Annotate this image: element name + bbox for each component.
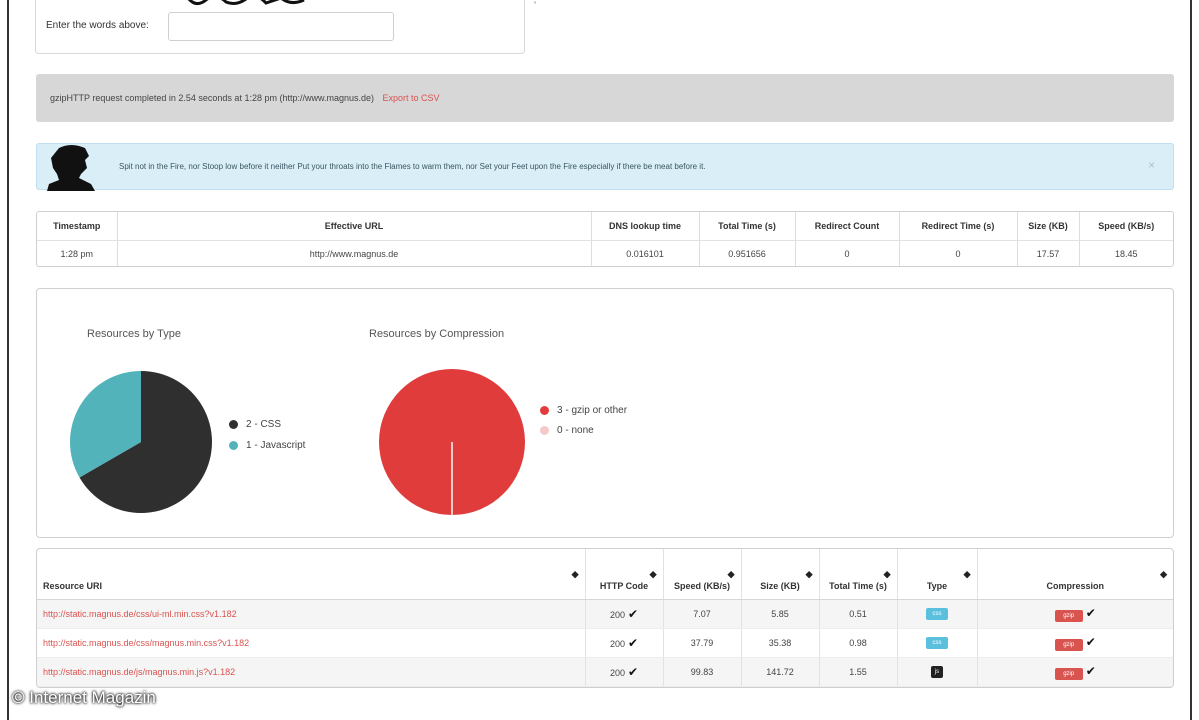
status-message: gzipHTTP request completed in 2.54 secon… bbox=[50, 93, 374, 103]
time-value: 0.98 bbox=[818, 628, 897, 658]
sort-icon[interactable]: ◆ bbox=[728, 569, 735, 580]
resources-table: Resource URI ◆ HTTP Code ◆ Speed (KB/s) ◆ S… bbox=[36, 548, 1174, 688]
speed-value: 37.79 bbox=[662, 628, 741, 658]
info-alert: Spit not in the Fire, nor Stoop low befo… bbox=[36, 143, 1174, 191]
legend-label-css: 2 - CSS bbox=[246, 419, 282, 430]
page-frame: Enter the words above: ’ gzipHTTP reques… bbox=[7, 0, 1192, 720]
resource-uri-link[interactable]: http://static.magnus.de/css/magnus.min.c… bbox=[37, 628, 585, 658]
alert-message: Spit not in the Fire, nor Stoop low befo… bbox=[119, 162, 706, 171]
sort-icon[interactable]: ◆ bbox=[1160, 569, 1167, 580]
http-code: 200 bbox=[609, 609, 625, 620]
export-csv-link[interactable]: Export to CSV bbox=[383, 93, 440, 103]
header-resource-uri[interactable]: Resource URI ◆ bbox=[37, 549, 585, 600]
pie-chart-compression bbox=[379, 369, 525, 515]
silhouette-avatar-icon bbox=[47, 145, 95, 191]
resource-uri-link[interactable]: http://static.magnus.de/js/magnus.min.js… bbox=[37, 657, 585, 687]
legend-dot-none bbox=[540, 426, 549, 435]
time-value: 0.51 bbox=[818, 599, 897, 629]
http-code: 200 bbox=[609, 667, 625, 678]
legend-item-css: 2 - CSS bbox=[229, 419, 281, 430]
legend-item-javascript: 1 - Javascript bbox=[229, 440, 305, 451]
sort-icon[interactable]: ◆ bbox=[884, 569, 891, 580]
captcha-box: Enter the words above: ’ bbox=[35, 0, 536, 54]
table-row: http://static.magnus.de/css/magnus.min.c… bbox=[37, 628, 1173, 658]
captcha-input[interactable] bbox=[168, 12, 394, 41]
small-mark: ’ bbox=[534, 0, 536, 10]
type-badge: css bbox=[926, 637, 948, 649]
legend-dot-css bbox=[229, 420, 238, 429]
legend-dot-javascript bbox=[229, 441, 238, 450]
watermark: © Internet Magazin bbox=[12, 688, 156, 707]
table-row: http://static.magnus.de/js/magnus.min.js… bbox=[37, 657, 1173, 687]
cell-redirect-count: 0 bbox=[794, 240, 899, 266]
header-timestamp: Timestamp bbox=[37, 212, 117, 241]
chart-title-compression: Resources by Compression bbox=[369, 328, 505, 340]
header-compression[interactable]: Compression ◆ bbox=[976, 549, 1173, 600]
speed-value: 7.07 bbox=[662, 599, 741, 629]
http-code: 200 bbox=[609, 638, 625, 649]
sort-icon[interactable]: ◆ bbox=[806, 569, 813, 580]
legend-label-none: 0 - none bbox=[557, 425, 594, 436]
size-value: 141.72 bbox=[740, 657, 819, 687]
resource-uri-link[interactable]: http://static.magnus.de/css/ui-ml.min.cs… bbox=[37, 599, 585, 629]
timing-table: Timestamp Effective URL DNS lookup time … bbox=[36, 211, 1174, 267]
compression-badge: gzip bbox=[1054, 667, 1083, 680]
cell-redirect-time: 0 bbox=[898, 240, 1017, 266]
cell-size: 17.57 bbox=[1016, 240, 1079, 266]
chart-title-type: Resources by Type bbox=[87, 328, 181, 340]
header-total-time: Total Time (s) bbox=[698, 212, 795, 241]
sort-icon[interactable]: ◆ bbox=[650, 569, 657, 580]
cell-total-time: 0.951656 bbox=[698, 240, 795, 266]
close-icon[interactable]: × bbox=[1148, 158, 1155, 172]
status-bar: gzipHTTP request completed in 2.54 secon… bbox=[36, 74, 1174, 122]
cell-timestamp: 1:28 pm bbox=[60, 248, 94, 259]
check-icon: ✔ bbox=[627, 606, 639, 621]
pie-chart-type bbox=[70, 371, 212, 513]
speed-value: 99.83 bbox=[662, 657, 741, 687]
header-redirect-count: Redirect Count bbox=[794, 212, 899, 241]
captcha-label: Enter the words above: bbox=[46, 20, 149, 31]
check-icon: ✔ bbox=[627, 664, 639, 679]
captcha-image bbox=[187, 0, 305, 5]
header-type[interactable]: Type ◆ bbox=[896, 549, 977, 600]
check-icon: ✔ bbox=[1085, 605, 1096, 620]
header-http-code[interactable]: HTTP Code ◆ bbox=[584, 549, 663, 600]
header-size-kb[interactable]: Size (KB) ◆ bbox=[740, 549, 819, 600]
legend-dot-gzip bbox=[540, 406, 549, 415]
size-value: 35.38 bbox=[740, 628, 819, 658]
cell-effective-url: http://www.magnus.de bbox=[116, 240, 591, 266]
cell-dns-lookup: 0.016101 bbox=[590, 240, 699, 266]
sort-icon[interactable]: ◆ bbox=[964, 569, 971, 580]
type-badge: css bbox=[926, 608, 948, 620]
cell-speed: 18.45 bbox=[1078, 240, 1173, 266]
time-value: 1.55 bbox=[818, 657, 897, 687]
compression-badge: gzip bbox=[1054, 609, 1083, 622]
header-effective-url: Effective URL bbox=[116, 212, 591, 241]
header-total-time-s[interactable]: Total Time (s) ◆ bbox=[818, 549, 897, 600]
type-badge: js bbox=[931, 666, 943, 678]
header-speed-kbs[interactable]: Speed (KB/s) ◆ bbox=[662, 549, 741, 600]
sort-icon[interactable]: ◆ bbox=[572, 569, 579, 580]
header-speed: Speed (KB/s) bbox=[1078, 212, 1173, 241]
legend-item-none: 0 - none bbox=[540, 425, 594, 436]
header-redirect-time: Redirect Time (s) bbox=[898, 212, 1017, 241]
charts-panel: Resources by Type 2 - CSS 1 - Javascript… bbox=[36, 288, 1174, 538]
compression-badge: gzip bbox=[1054, 638, 1083, 651]
check-icon: ✔ bbox=[627, 635, 639, 650]
header-size: Size (KB) bbox=[1016, 212, 1079, 241]
legend-item-gzip: 3 - gzip or other bbox=[540, 405, 627, 416]
table-row: http://static.magnus.de/css/ui-ml.min.cs… bbox=[37, 599, 1173, 629]
size-value: 5.85 bbox=[740, 599, 819, 629]
header-dns-lookup: DNS lookup time bbox=[590, 212, 699, 241]
check-icon: ✔ bbox=[1085, 634, 1096, 649]
check-icon: ✔ bbox=[1085, 663, 1096, 678]
legend-label-gzip: 3 - gzip or other bbox=[557, 405, 628, 416]
legend-label-javascript: 1 - Javascript bbox=[246, 440, 306, 451]
